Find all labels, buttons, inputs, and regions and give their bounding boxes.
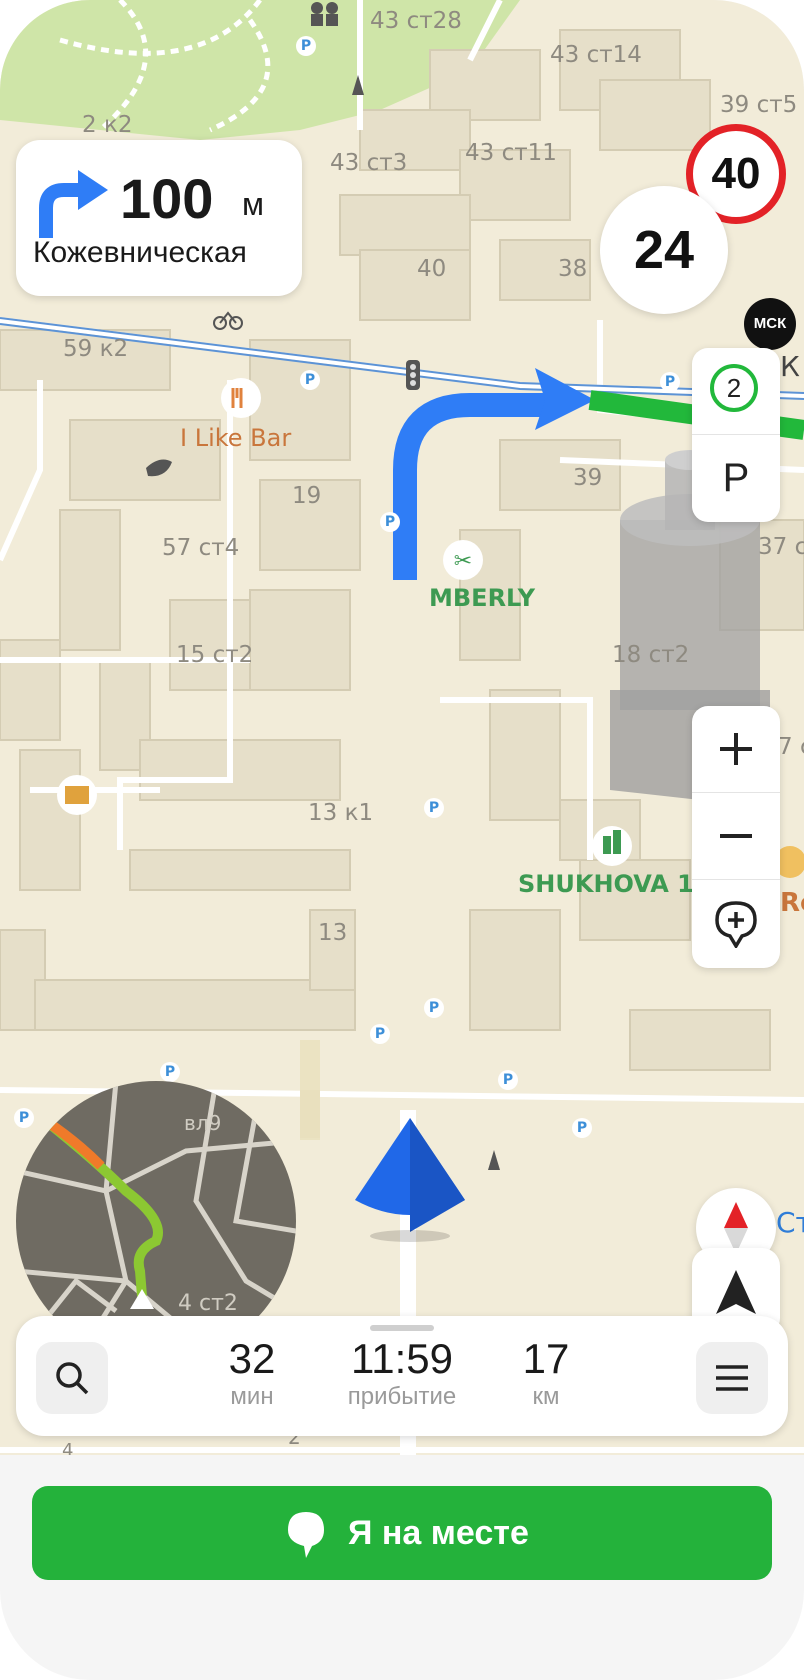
parking-button[interactable]: P (692, 435, 780, 521)
poi-label-salon[interactable]: MBERLY (429, 584, 535, 612)
map-address-label: 7 с (778, 734, 804, 760)
map-address-label: 2 к2 (82, 112, 133, 138)
maneuver-distance-unit: м (242, 186, 264, 222)
museum-icon (57, 775, 97, 815)
traffic-level-badge: 2 (710, 364, 758, 412)
map-address-label: 43 ст14 (550, 42, 642, 68)
svg-text:✂: ✂ (454, 549, 472, 574)
navigator-screen: ✂ 43 ст28 43 ст14 39 ст5 2 к2 43 ст3 43 … (0, 0, 804, 1680)
map-address-label: 39 ст5 (720, 92, 798, 118)
zoom-out-icon (720, 834, 752, 838)
parking-marker[interactable]: P (660, 372, 680, 392)
trip-distance: 17 км (506, 1336, 586, 1412)
menu-button[interactable] (696, 1342, 768, 1414)
bike-icon (213, 311, 243, 330)
traffic-level-button[interactable]: 2 (692, 348, 780, 434)
city-badge: МСК (744, 298, 796, 350)
location-pin-icon (288, 1512, 324, 1558)
map-layers-panel: 2 P (692, 348, 780, 522)
traffic-light-icon (406, 360, 420, 390)
trip-time: 32 мин (202, 1336, 302, 1412)
search-icon (56, 1362, 89, 1395)
arrived-button-label: Я на месте (348, 1514, 529, 1552)
compass-icon (724, 1202, 748, 1254)
minimap-route (42, 1117, 163, 1297)
add-point-icon (715, 901, 757, 948)
bar-poi-icon (221, 378, 261, 418)
map-address-label: 59 к2 (63, 336, 129, 362)
parking-marker[interactable]: P (296, 36, 316, 56)
map-address-label: 13 (318, 920, 348, 946)
trip-arrival-unit: прибытие (347, 1383, 457, 1410)
add-point-button[interactable] (692, 880, 780, 968)
parking-marker[interactable]: P (498, 1070, 518, 1090)
turn-right-icon (39, 170, 108, 238)
minimap-label: 4 ст2 (178, 1291, 238, 1316)
map-address-label: 19 (292, 483, 322, 509)
parking-marker[interactable]: P (370, 1024, 390, 1044)
map-address-label: 43 ст11 (465, 140, 557, 166)
current-speed: 24 (600, 186, 728, 314)
map-address-label: 40 (417, 256, 447, 282)
trip-arrival-value: 11:59 (351, 1335, 453, 1382)
map-address-label: 15 ст2 (176, 642, 254, 668)
parking-marker[interactable]: P (300, 370, 320, 390)
parking-marker[interactable]: P (572, 1118, 592, 1138)
trip-info-bar[interactable]: 32 мин 11:59 прибытие 17 км (16, 1316, 788, 1436)
map-address-label: 39 (573, 465, 603, 491)
zoom-panel (692, 706, 780, 968)
minimap-label: вл9 (184, 1111, 222, 1135)
sheet-handle[interactable] (370, 1325, 434, 1331)
navigation-arrow-icon (355, 1118, 465, 1242)
parking-marker[interactable]: P (424, 998, 444, 1018)
parking-marker[interactable]: P (424, 798, 444, 818)
zoom-out-button[interactable] (692, 793, 780, 879)
poi-label-cut: Ст (776, 1206, 804, 1239)
trip-distance-value: 17 (522, 1335, 570, 1382)
zoom-in-button[interactable] (692, 706, 780, 792)
map-address-label: 38 (558, 256, 588, 282)
poi-label-bar[interactable]: I Like Bar (180, 424, 291, 452)
poi-label-cut: К (780, 350, 800, 383)
maneuver-card[interactable]: 100 м Кожевническая (16, 140, 302, 296)
map-address-label: 37 с (758, 534, 804, 560)
map-address-label: 13 к1 (308, 800, 374, 826)
maneuver-distance: 100 (120, 167, 214, 230)
my-position-arrow-icon (716, 1270, 756, 1314)
map-address-label: 43 ст3 (330, 150, 408, 176)
map-address-label: 18 ст2 (612, 642, 690, 668)
trip-arrival: 11:59 прибытие (316, 1336, 488, 1412)
trip-time-unit: мин (230, 1383, 274, 1410)
parking-marker[interactable]: P (380, 512, 400, 532)
parking-marker[interactable]: P (160, 1062, 180, 1082)
map-address-label: 57 ст4 (162, 535, 240, 561)
trip-distance-unit: км (532, 1383, 560, 1410)
map-address-label: 43 ст28 (370, 8, 462, 34)
map-address-label: 4 (62, 1440, 74, 1455)
maneuver-street: Кожевническая (33, 236, 247, 269)
parking-marker[interactable]: P (14, 1108, 34, 1128)
search-button[interactable] (36, 1342, 108, 1414)
poi-label-complex[interactable]: SHUKHOVA 1 (518, 870, 694, 898)
menu-icon (716, 1365, 748, 1391)
trip-time-value: 32 (228, 1335, 276, 1382)
zoom-in-icon (720, 733, 752, 765)
poi-label-cut: Re (780, 888, 804, 918)
building-complex-icon (592, 826, 632, 866)
arrived-button[interactable]: Я на месте (32, 1486, 772, 1580)
salon-poi-icon: ✂ (443, 540, 483, 580)
